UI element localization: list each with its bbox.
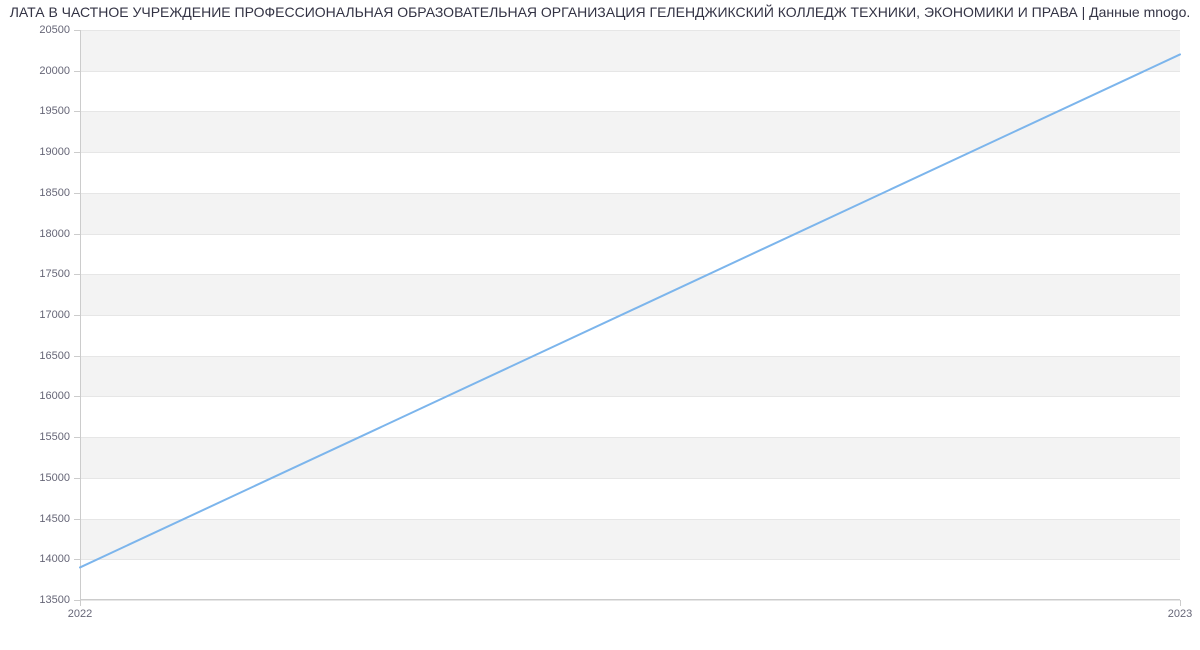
y-tick (74, 559, 80, 560)
y-tick (74, 315, 80, 316)
y-tick (74, 111, 80, 112)
y-tick-label: 13500 (39, 594, 70, 606)
y-tick (74, 356, 80, 357)
x-tick (1180, 600, 1181, 606)
y-tick-label: 18000 (39, 228, 70, 240)
y-tick (74, 193, 80, 194)
y-tick-label: 20000 (39, 65, 70, 77)
y-tick-label: 17500 (39, 268, 70, 280)
y-tick-label: 16500 (39, 350, 70, 362)
y-tick (74, 234, 80, 235)
y-tick (74, 437, 80, 438)
y-tick-label: 14500 (39, 513, 70, 525)
y-tick (74, 71, 80, 72)
y-tick (74, 274, 80, 275)
x-tick (80, 600, 81, 606)
y-tick-label: 19000 (39, 146, 70, 158)
y-tick-label: 16000 (39, 390, 70, 402)
chart-plot-area: 1350014000145001500015500160001650017000… (80, 30, 1180, 600)
y-tick-label: 18500 (39, 187, 70, 199)
y-tick-label: 20500 (39, 24, 70, 36)
x-tick-label: 2023 (1168, 608, 1192, 620)
y-tick-label: 15500 (39, 431, 70, 443)
y-tick-label: 15000 (39, 472, 70, 484)
line-layer (80, 30, 1180, 600)
y-tick-label: 17000 (39, 309, 70, 321)
y-tick (74, 30, 80, 31)
chart-title: ЛАТА В ЧАСТНОЕ УЧРЕЖДЕНИЕ ПРОФЕССИОНАЛЬН… (0, 4, 1200, 20)
x-tick-label: 2022 (68, 608, 92, 620)
y-tick (74, 519, 80, 520)
y-tick (74, 152, 80, 153)
y-tick (74, 478, 80, 479)
y-tick-label: 19500 (39, 105, 70, 117)
y-tick-label: 14000 (39, 553, 70, 565)
series-line (80, 54, 1180, 567)
grid-line (80, 600, 1180, 601)
y-tick (74, 396, 80, 397)
